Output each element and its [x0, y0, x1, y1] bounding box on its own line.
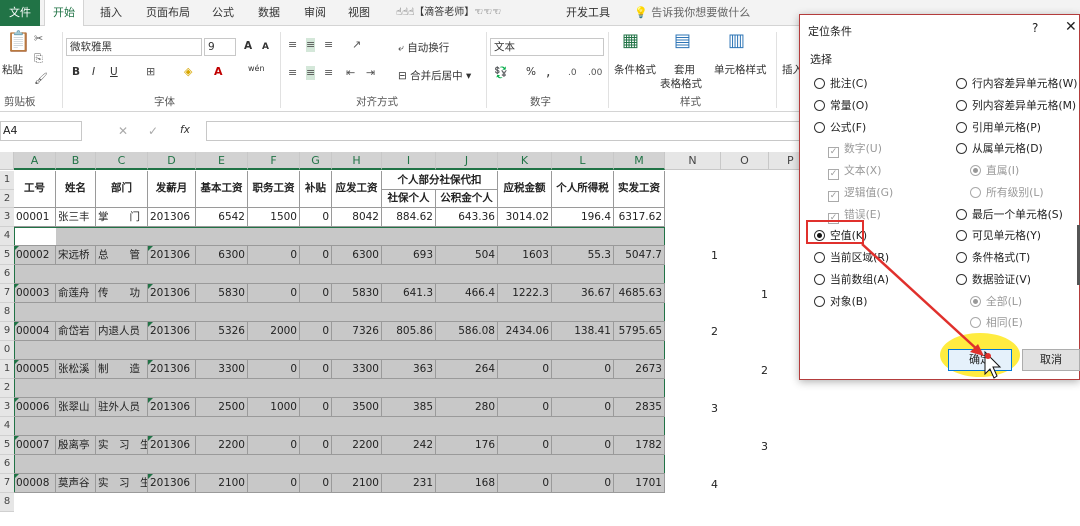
click-dot: [985, 353, 991, 359]
arrow-line: [861, 243, 981, 353]
annotation-arrow: [861, 243, 1002, 379]
